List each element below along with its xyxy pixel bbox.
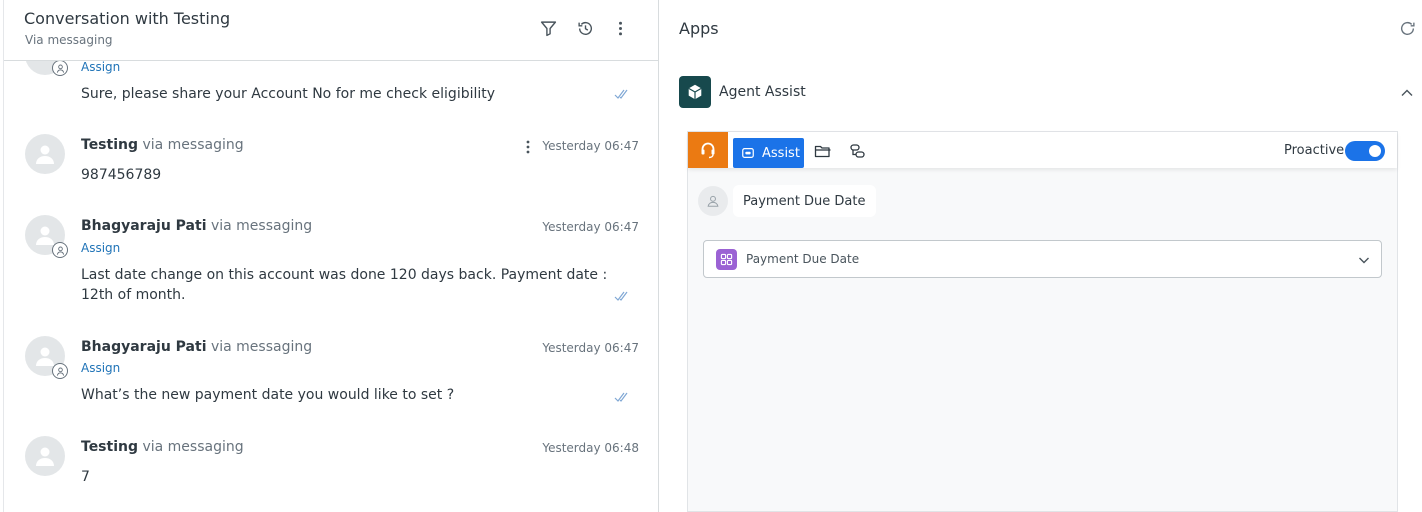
- user-icon: [36, 447, 54, 466]
- agent-icon: [52, 242, 68, 258]
- history-icon[interactable]: [575, 18, 595, 38]
- conversation-channel: Via messaging: [25, 33, 113, 47]
- message-sender: Testing via messaging: [81, 137, 244, 153]
- avatar: [25, 436, 65, 476]
- read-receipt-icon: [614, 89, 628, 99]
- assist-icon: [742, 148, 754, 158]
- agent-assist-logo-icon: [679, 76, 711, 108]
- apps-title: Apps: [679, 19, 719, 38]
- avatar: [25, 134, 65, 174]
- message-text: 7: [81, 469, 90, 485]
- proactive-toggle[interactable]: [1345, 141, 1385, 161]
- agent-icon: [52, 363, 68, 379]
- intent-dropdown-value: Payment Due Date: [746, 252, 860, 266]
- apps-panel: Apps Agent Assist Assist Proactive Payme…: [660, 0, 1422, 512]
- agent-assist-widget: Assist Proactive Payment Due Date Paymen…: [687, 131, 1398, 512]
- user-icon: [36, 145, 54, 164]
- more-vertical-icon[interactable]: [522, 138, 534, 156]
- read-receipt-icon: [614, 291, 628, 301]
- message-sender: Bhagyaraju Pati via messaging: [81, 339, 313, 355]
- message-time: Yesterday 06:48: [542, 441, 639, 455]
- message-time: Yesterday 06:47: [542, 220, 639, 234]
- chevron-up-icon[interactable]: [1400, 86, 1414, 100]
- assign-link[interactable]: Assign: [81, 361, 120, 375]
- proactive-label: Proactive: [1284, 143, 1345, 158]
- intent-icon: [716, 249, 737, 270]
- message-text: What’s the new payment date you would li…: [81, 387, 455, 403]
- conversation-panel: Assign Sure, please share your Account N…: [3, 0, 659, 512]
- folder-icon[interactable]: [814, 143, 832, 159]
- app-name[interactable]: Agent Assist: [719, 84, 806, 100]
- chevron-down-icon[interactable]: [1357, 253, 1371, 267]
- conversation-title: Conversation with Testing: [24, 9, 231, 28]
- more-vertical-icon[interactable]: [610, 18, 630, 38]
- message-time: Yesterday 06:47: [542, 139, 639, 153]
- message-text: 987456789: [81, 167, 162, 183]
- read-receipt-icon: [614, 392, 628, 402]
- assign-link[interactable]: Assign: [81, 241, 120, 255]
- filter-icon[interactable]: [538, 18, 558, 38]
- message-text: Last date change on this account was don…: [81, 267, 608, 303]
- conversation-header: Conversation with Testing Via messaging: [4, 0, 658, 61]
- message-text: Sure, please share your Account No for m…: [81, 86, 496, 102]
- headset-icon[interactable]: [688, 132, 728, 168]
- assist-tab[interactable]: Assist: [733, 138, 804, 168]
- refresh-icon[interactable]: [1399, 20, 1416, 37]
- user-query-chip: Payment Due Date: [733, 185, 876, 217]
- message-sender: Testing via messaging: [81, 439, 244, 455]
- agent-icon: [52, 60, 68, 76]
- message-sender: Bhagyaraju Pati via messaging: [81, 218, 313, 234]
- widget-toolbar: Assist Proactive: [688, 132, 1397, 168]
- user-icon: [698, 186, 728, 216]
- assign-link[interactable]: Assign: [81, 60, 120, 74]
- intent-dropdown[interactable]: Payment Due Date: [703, 240, 1382, 278]
- workflow-icon[interactable]: [849, 143, 867, 159]
- assist-tab-label: Assist: [762, 145, 800, 161]
- message-time: Yesterday 06:47: [542, 341, 639, 355]
